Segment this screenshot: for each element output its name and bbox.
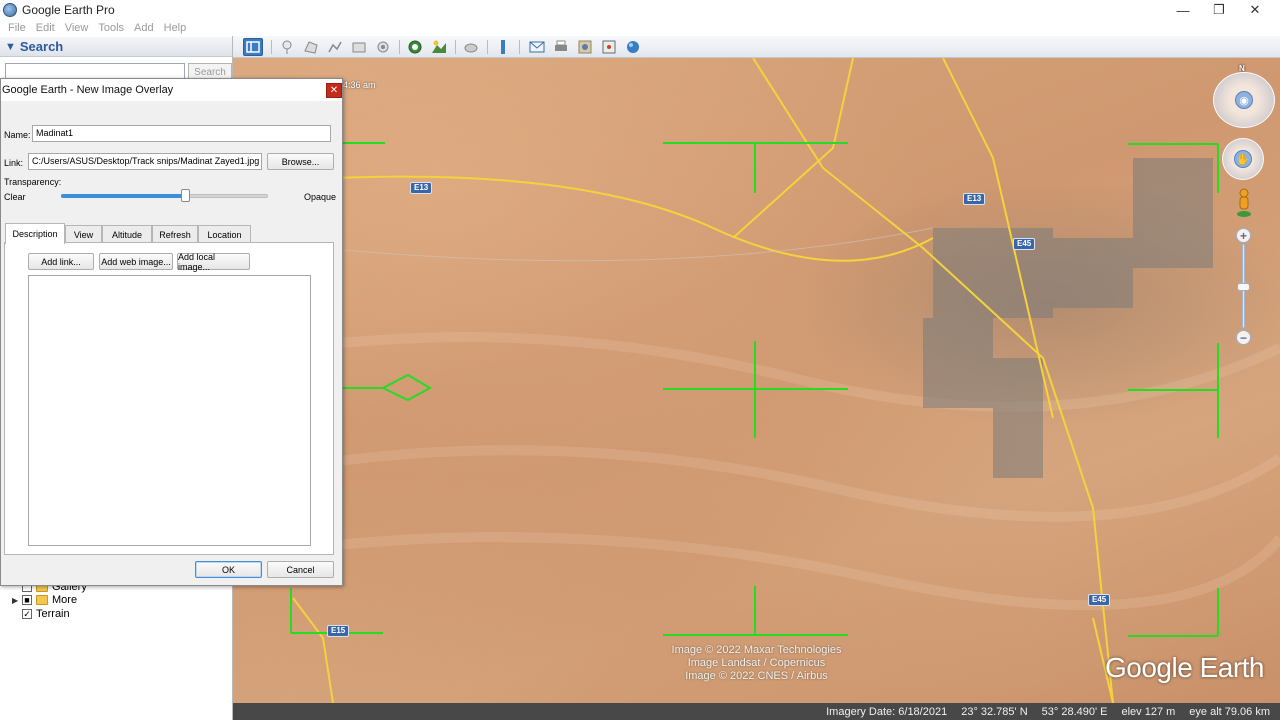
name-label: Name: [4, 130, 31, 140]
search-panel-title: Search [19, 39, 64, 54]
menu-edit[interactable]: Edit [36, 22, 55, 34]
ok-button[interactable]: OK [195, 561, 262, 578]
add-local-image-button[interactable]: Add local image... [177, 252, 250, 272]
view-in-maps-icon[interactable] [599, 38, 619, 56]
eye-altitude-readout: eye alt 79.06 km [1189, 705, 1270, 718]
layer-label: Terrain [36, 608, 70, 620]
status-bar: Imagery Date: 6/18/2021 23° 32.785' N 53… [233, 703, 1280, 720]
browse-button[interactable]: Browse... [267, 153, 334, 170]
email-icon[interactable] [527, 38, 547, 56]
folder-icon [36, 595, 48, 605]
close-icon[interactable]: ✕ [1238, 0, 1272, 20]
ruler-icon[interactable] [493, 38, 513, 56]
layer-row-more[interactable]: ▶ ■ More [12, 593, 77, 607]
opaque-label: Opaque [304, 192, 337, 202]
longitude-readout: 53° 28.490' E [1041, 705, 1108, 718]
map-view[interactable]: 4:36 am E13 E13 E45 E15 E45 Image © 2022… [233, 58, 1280, 703]
minimize-icon[interactable]: — [1166, 0, 1200, 20]
road-label: E45 [1088, 594, 1111, 606]
zoom-in-icon[interactable]: + [1236, 228, 1251, 243]
dialog-title: Google Earth - New Image Overlay [2, 84, 174, 96]
layer-checkbox[interactable]: ■ [22, 595, 32, 605]
transparency-label: Transparency: [4, 177, 62, 187]
path-icon[interactable] [325, 38, 345, 56]
imagery-attribution: Image Landsat / Copernicus [687, 657, 826, 669]
tab-altitude[interactable]: Altitude [102, 225, 152, 243]
layer-row-terrain[interactable]: ✓ Terrain [12, 607, 70, 621]
link-field[interactable]: C:/Users/ASUS/Desktop/Track snips/Madina… [28, 153, 262, 170]
map-overlay-layer [233, 58, 1280, 703]
polygon-icon[interactable] [301, 38, 321, 56]
google-earth-app-icon [3, 3, 17, 17]
layer-label: More [52, 594, 78, 606]
menu-add[interactable]: Add [134, 22, 154, 34]
hand-icon[interactable]: ✋ [1234, 150, 1252, 168]
add-link-button[interactable]: Add link... [28, 253, 94, 270]
tab-location[interactable]: Location [198, 225, 251, 243]
description-tab-pane: Add link... Add web image... Add local i… [4, 242, 334, 555]
earth-icon[interactable] [623, 38, 643, 56]
name-field[interactable]: Madinat1 [32, 125, 331, 142]
road-label: E13 [410, 182, 433, 194]
image-overlay-icon[interactable] [349, 38, 369, 56]
sidebar-toggle-icon[interactable] [243, 38, 263, 56]
imagery-attribution: Image © 2022 CNES / Airbus [685, 670, 828, 682]
expand-arrow-icon[interactable]: ▶ [12, 596, 22, 605]
print-icon[interactable] [551, 38, 571, 56]
zoom-slider-thumb[interactable] [1237, 283, 1250, 291]
street-view-pegman-icon[interactable] [1236, 187, 1252, 219]
collapse-triangle-icon[interactable]: ▼ [5, 41, 16, 53]
window-titlebar: Google Earth Pro — ❐ ✕ [0, 0, 1280, 20]
road-label: E15 [327, 625, 350, 637]
look-compass-control[interactable]: ◉ [1213, 72, 1275, 128]
latitude-readout: 23° 32.785' N [961, 705, 1028, 718]
menu-file[interactable]: File [8, 22, 26, 34]
elevation-readout: elev 127 m [1121, 705, 1176, 718]
tab-refresh[interactable]: Refresh [152, 225, 198, 243]
save-image-icon[interactable] [575, 38, 595, 56]
transparency-slider-thumb[interactable] [181, 189, 191, 202]
menu-tools[interactable]: Tools [98, 22, 124, 34]
tab-view[interactable]: View [65, 225, 102, 243]
layer-checkbox[interactable]: ✓ [22, 609, 32, 619]
map-time-label: 4:36 am [343, 80, 376, 90]
google-earth-logo: Google Earth [1105, 652, 1265, 683]
dialog-titlebar[interactable]: Google Earth - New Image Overlay ✕ [1, 79, 342, 101]
placemark-icon[interactable] [277, 38, 297, 56]
eye-icon[interactable]: ◉ [1235, 91, 1253, 109]
add-web-image-button[interactable]: Add web image... [99, 253, 173, 270]
menu-help[interactable]: Help [164, 22, 187, 34]
tab-description[interactable]: Description [5, 223, 65, 244]
window-title: Google Earth Pro [22, 3, 115, 17]
restore-icon[interactable]: ❐ [1202, 0, 1236, 20]
cancel-button[interactable]: Cancel [267, 561, 334, 578]
historical-imagery-icon[interactable] [405, 38, 425, 56]
close-icon[interactable]: ✕ [326, 83, 342, 98]
toolbar [233, 36, 1280, 58]
description-textarea[interactable] [28, 275, 311, 546]
clear-label: Clear [4, 192, 26, 202]
move-joystick-control[interactable]: ✋ [1222, 138, 1264, 180]
road-label: E45 [1013, 238, 1036, 250]
transparency-slider-fill [61, 194, 186, 198]
menu-view[interactable]: View [65, 22, 89, 34]
planets-icon[interactable] [461, 38, 481, 56]
link-label: Link: [4, 158, 24, 168]
road-label: E13 [963, 193, 986, 205]
new-image-overlay-dialog: Google Earth - New Image Overlay ✕ Name:… [0, 78, 343, 586]
imagery-date: Imagery Date: 6/18/2021 [826, 705, 948, 718]
sunlight-icon[interactable] [429, 38, 449, 56]
search-panel-header[interactable]: ▼ Search [0, 37, 232, 57]
imagery-attribution: Image © 2022 Maxar Technologies [671, 644, 842, 656]
menu-bar: File Edit View Tools Add Help [0, 20, 232, 36]
zoom-out-icon[interactable]: − [1236, 330, 1251, 345]
record-tour-icon[interactable] [373, 38, 393, 56]
